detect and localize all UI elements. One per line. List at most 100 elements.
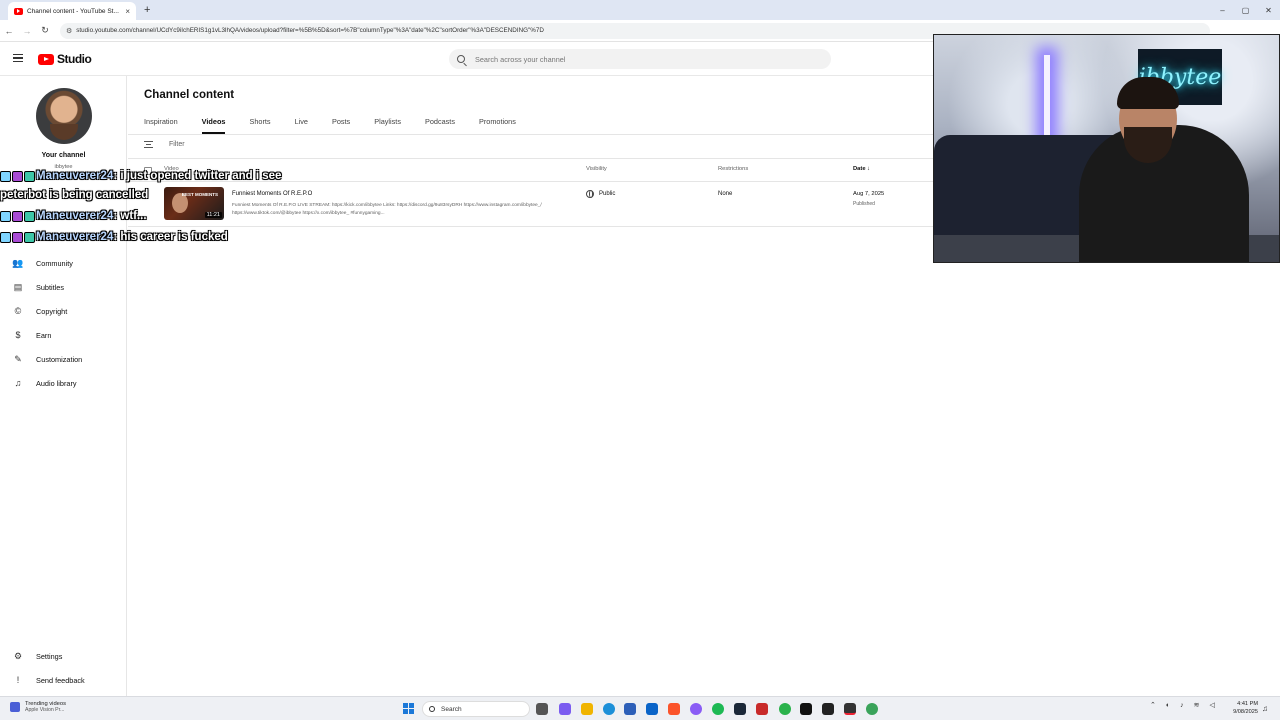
chrome-icon[interactable]	[779, 703, 791, 715]
new-tab-button[interactable]: +	[144, 4, 150, 16]
spotify-icon[interactable]	[712, 703, 724, 715]
tab-promotions[interactable]: Promotions	[479, 114, 516, 134]
clock-date: 9/08/2025	[1233, 709, 1258, 715]
tab-close-icon[interactable]: ×	[125, 7, 130, 16]
reload-icon[interactable]: ↻	[36, 25, 54, 36]
filter-bar[interactable]: Filter	[144, 141, 185, 148]
sidebar-item-subtitles[interactable]: ▤ Subtitles	[12, 280, 64, 294]
steam-icon[interactable]	[734, 703, 746, 715]
capcut-icon[interactable]	[822, 703, 834, 715]
chevron-up-icon[interactable]: ⌃	[1150, 701, 1156, 709]
file-explorer-icon[interactable]	[581, 703, 593, 715]
chat-message: Maneuverer24 : i just opened twitter and…	[0, 170, 281, 182]
tab-inspiration[interactable]: Inspiration	[144, 114, 178, 134]
chat-text: : wtf...	[113, 210, 147, 222]
widgets-button[interactable]: Trending videos Apple Vision Pr...	[10, 701, 66, 713]
wifi-icon[interactable]: ≋	[1194, 701, 1200, 709]
restrictions-value: None	[718, 191, 733, 197]
tab-playlists[interactable]: Playlists	[374, 114, 401, 134]
feedback-icon: !	[16, 675, 20, 685]
sidebar-item-community[interactable]: 👥 Community	[12, 256, 73, 270]
brave-icon[interactable]	[668, 703, 680, 715]
sidebar-item-customization[interactable]: ✎ Customization	[12, 352, 82, 366]
app-icon[interactable]	[756, 703, 768, 715]
sidebar-item-label: Subtitles	[36, 282, 64, 292]
volume-icon[interactable]: ◁	[1209, 701, 1214, 709]
sidebar-item-audio-library[interactable]: ♫ Audio library	[12, 376, 77, 390]
widget-icon	[10, 702, 20, 712]
globe-icon	[586, 190, 594, 198]
sidebar-item-label: Community	[36, 258, 73, 268]
network-icon[interactable]: ◐	[1166, 702, 1170, 709]
outlook-icon[interactable]	[646, 703, 658, 715]
chat-message-continued: peterbot is being cancelled	[0, 189, 148, 201]
filter-icon[interactable]	[144, 141, 153, 148]
edge-icon[interactable]	[603, 703, 615, 715]
sidebar-item-label: Send feedback	[36, 675, 85, 685]
studio-logo[interactable]: Studio	[38, 52, 92, 66]
site-info-icon[interactable]: ⚙	[66, 27, 72, 35]
tab-videos[interactable]: Videos	[201, 114, 225, 134]
taskbar-clock[interactable]: 4:41 PM 9/08/2025	[1228, 700, 1258, 716]
earn-icon: $	[15, 330, 21, 340]
url-text: studio.youtube.com/channel/UCdYc9iIchERI…	[76, 27, 544, 34]
chat-text: : his career is fucked	[113, 231, 228, 243]
chat-badge-icon	[24, 231, 35, 243]
epic-games-icon[interactable]	[844, 703, 856, 715]
audio-library-icon: ♫	[14, 378, 22, 388]
back-icon[interactable]: ←	[0, 26, 18, 36]
filter-divider	[128, 158, 933, 159]
forward-icon[interactable]: →	[18, 26, 36, 36]
terminal-icon[interactable]	[800, 703, 812, 715]
channel-search-box[interactable]	[449, 49, 831, 69]
tabs-divider	[128, 134, 933, 135]
tab-shorts[interactable]: Shorts	[249, 114, 270, 134]
chat-username: Maneuverer24	[36, 170, 114, 182]
copilot-icon[interactable]	[559, 703, 571, 715]
visibility-cell[interactable]: Public	[586, 190, 615, 198]
customization-icon: ✎	[14, 354, 22, 364]
logo-text: Studio	[57, 52, 92, 66]
sidebar-item-earn[interactable]: $ Earn	[12, 328, 51, 342]
windows-start-icon[interactable]	[403, 703, 414, 714]
window-controls: – ▢ ✕	[1211, 0, 1280, 20]
tab-posts[interactable]: Posts	[332, 114, 350, 134]
chat-badge-icon	[12, 231, 23, 243]
sidebar-item-copyright[interactable]: © Copyright	[12, 304, 68, 318]
column-header-visibility[interactable]: Visibility	[586, 166, 607, 172]
search-icon	[429, 706, 435, 712]
taskbar-search[interactable]: Search	[422, 701, 530, 717]
windows-taskbar: Trending videos Apple Vision Pr... Searc…	[0, 696, 1280, 720]
video-thumbnail[interactable]: BEST MOMENTS 11:21	[164, 187, 224, 220]
task-view-icon[interactable]	[536, 703, 548, 715]
search-input[interactable]	[475, 54, 795, 64]
page-title: Channel content	[144, 89, 235, 101]
browser-tab-active[interactable]: Channel content - YouTube St... ×	[8, 2, 136, 20]
sidebar-item-send-feedback[interactable]: ! Send feedback	[12, 673, 85, 687]
tab-live[interactable]: Live	[295, 114, 308, 134]
menu-icon[interactable]	[13, 54, 23, 62]
column-header-date[interactable]: Date ↓	[853, 166, 870, 172]
chat-badge-icon	[12, 170, 23, 182]
app-icon[interactable]	[866, 703, 878, 715]
tab-podcasts[interactable]: Podcasts	[425, 114, 455, 134]
video-title[interactable]: Funniest Moments Of R.E.P.O	[232, 191, 312, 197]
sidebar-item-label: Copyright	[36, 306, 68, 316]
discord-icon[interactable]	[690, 703, 702, 715]
close-window-button[interactable]: ✕	[1257, 6, 1280, 15]
maximize-button[interactable]: ▢	[1234, 6, 1257, 15]
chat-badge-icon	[0, 210, 11, 222]
chat-username: Maneuverer24	[36, 231, 114, 243]
chat-text: peterbot is being cancelled	[0, 189, 149, 201]
sidebar-item-label: Customization	[36, 354, 83, 364]
notification-bell-icon[interactable]: ♫	[1262, 704, 1268, 713]
search-icon	[457, 55, 465, 63]
system-tray: ⌃ ◐ ♪ ≋ ◁	[1150, 701, 1225, 710]
visibility-value: Public	[599, 191, 616, 197]
column-header-restrictions[interactable]: Restrictions	[718, 166, 748, 172]
microphone-icon[interactable]: ♪	[1180, 702, 1184, 709]
calculator-icon[interactable]	[624, 703, 636, 715]
video-duration: 11:21	[204, 212, 222, 218]
sidebar-item-settings[interactable]: ⚙ Settings	[12, 649, 62, 663]
minimize-button[interactable]: –	[1211, 6, 1234, 15]
